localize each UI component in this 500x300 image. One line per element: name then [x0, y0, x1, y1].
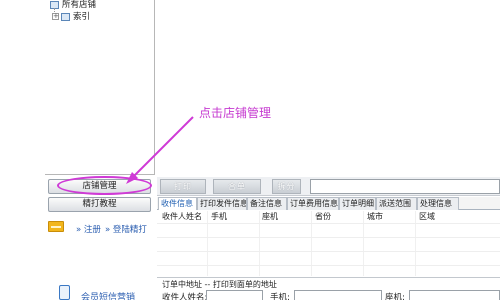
column-header[interactable]: 手机 — [211, 211, 227, 223]
phone-input[interactable] — [409, 290, 500, 300]
sms-marketing-link[interactable]: 会员短信营销 — [81, 290, 135, 300]
column-header[interactable]: 省份 — [315, 211, 331, 223]
mobile-input[interactable] — [294, 290, 382, 300]
tree-child-item[interactable]: + 索引 — [52, 11, 90, 23]
detail-tabs: 收件信息 打印发件信息 备注信息 订单费用信息 订单明细 派送范围 处理信息 — [157, 197, 500, 210]
mobile-label: 手机: — [270, 293, 290, 300]
register-area: » 注册 » 登陆精打 会员短信营销 — [45, 214, 155, 300]
member-card-icon — [48, 221, 64, 232]
recipient-grid: 收件人姓名 手机 座机 省份 城市 区域 — [157, 211, 500, 276]
tab-notes[interactable]: 备注信息 — [247, 197, 287, 210]
tree-root-label: 所有店铺 — [62, 0, 97, 10]
tree-child-label: 索引 — [73, 12, 91, 22]
tab-recipient[interactable]: 收件信息 — [158, 197, 197, 210]
grid-divider — [157, 223, 500, 224]
expand-icon[interactable]: + — [52, 13, 59, 20]
merge-button[interactable]: 合单 — [213, 179, 261, 194]
grid-icon — [61, 12, 70, 21]
grid-divider — [207, 211, 208, 276]
grid-divider — [311, 211, 312, 276]
grid-divider — [157, 237, 500, 238]
login-link[interactable]: » 登陆精打 — [105, 223, 147, 235]
column-header[interactable]: 收件人姓名 — [162, 211, 202, 223]
highlight-ellipse — [57, 176, 152, 195]
register-link[interactable]: » 注册 — [76, 223, 101, 235]
grid-divider — [415, 211, 416, 276]
grid-divider — [259, 211, 260, 276]
tab-order-detail[interactable]: 订单明细 — [339, 197, 376, 210]
order-toolbar: 打印 合单 拆分 — [157, 177, 500, 196]
main-content-area — [156, 0, 500, 176]
address-panel: 订单中地址 -- 打印到面单的地址 收件人姓名: 手机: 座机: — [157, 277, 500, 300]
grid-divider — [157, 251, 500, 252]
shop-tree: 所有店铺 + 索引 — [45, 0, 155, 175]
phone-icon — [59, 285, 70, 300]
left-panel: 所有店铺 + 索引 店铺管理 精打教程 » 注册 » 登陆精打 会员短信营销 — [45, 0, 155, 300]
tab-fees[interactable]: 订单费用信息 — [287, 197, 339, 210]
phone-label: 座机: — [385, 293, 405, 300]
tree-root-item[interactable]: 所有店铺 — [50, 0, 96, 11]
column-header[interactable]: 区域 — [419, 211, 435, 223]
address-section-title: 订单中地址 -- 打印到面单的地址 — [162, 280, 277, 289]
recipient-name-label: 收件人姓名: — [162, 293, 208, 300]
tab-process-info[interactable]: 处理信息 — [417, 197, 459, 210]
print-button[interactable]: 打印 — [160, 179, 206, 194]
tab-delivery-range[interactable]: 派送范围 — [376, 197, 417, 210]
print-tutorial-button[interactable]: 精打教程 — [48, 197, 151, 212]
split-button[interactable]: 拆分 — [272, 179, 301, 194]
column-header[interactable]: 座机 — [262, 211, 278, 223]
grid-divider — [363, 211, 364, 276]
column-header[interactable]: 城市 — [367, 211, 383, 223]
toolbar-search-input[interactable] — [310, 179, 500, 194]
grid-divider — [157, 265, 500, 266]
instruction-annotation: 点击店铺管理 — [199, 106, 272, 120]
tab-print-sender[interactable]: 打印发件信息 — [197, 197, 247, 210]
recipient-name-input[interactable] — [206, 290, 263, 300]
